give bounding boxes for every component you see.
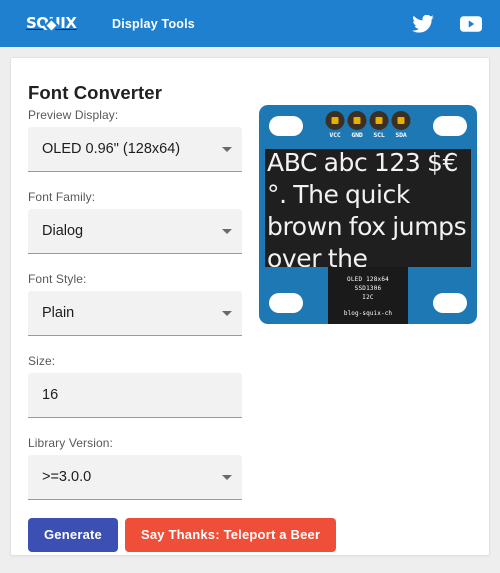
pin-label-sda: SDA [395, 131, 407, 139]
select-font-family[interactable]: Dialog [28, 209, 242, 254]
pin-gnd [347, 111, 367, 130]
label-font-family: Font Family: [28, 190, 96, 204]
value-font-style: Plain [42, 305, 75, 321]
mounting-hole-bottom-left [269, 293, 303, 313]
field-size: Size: 16 [28, 354, 242, 418]
size-input[interactable]: 16 [28, 373, 242, 418]
oled-preview-text: ABC abc 123 $€°. The quick brown fox jum… [267, 149, 467, 267]
chip-line-driver: SSD1306 [354, 285, 382, 292]
pin-label-row: VCC GND SCL SDA [326, 131, 411, 139]
value-preview-display: OLED 0.96" (128x64) [42, 141, 181, 157]
value-library-version: >=3.0.0 [42, 469, 92, 485]
teleport-a-beer-button[interactable]: Say Thanks: Teleport a Beer [124, 518, 337, 552]
field-preview-display: Preview Display: OLED 0.96" (128x64) [28, 108, 242, 172]
youtube-link[interactable] [460, 15, 482, 32]
chevron-down-icon [222, 146, 232, 152]
pin-header [325, 111, 411, 130]
value-size: 16 [42, 387, 59, 403]
field-font-family: Font Family: Dialog [28, 190, 242, 254]
pin-sda [391, 111, 411, 130]
page-title: Font Converter [28, 82, 162, 103]
chevron-down-icon [222, 228, 232, 234]
label-library-version: Library Version: [28, 436, 113, 450]
chevron-down-icon [222, 474, 232, 480]
twitter-icon [412, 14, 434, 33]
label-font-style: Font Style: [28, 272, 87, 286]
font-converter-card: Font Converter Preview Display: OLED 0.9… [10, 57, 490, 556]
driver-chip-label: OLED 128x64 SSD1306 I2C blog-squix-ch [328, 267, 408, 324]
pin-label-gnd: GND [351, 131, 363, 139]
chip-line-model: OLED 128x64 [347, 276, 389, 283]
brand-logo-link[interactable]: SQUIX [26, 14, 82, 34]
label-size: Size: [28, 354, 56, 368]
pin-hole-icon [375, 117, 383, 124]
select-preview-display[interactable]: OLED 0.96" (128x64) [28, 127, 242, 172]
social-links [412, 14, 482, 33]
top-navbar: SQUIX Display Tools [0, 0, 500, 47]
nav-link-display-tools[interactable]: Display Tools [112, 17, 195, 31]
pin-hole-icon [397, 117, 405, 124]
chevron-down-icon [222, 310, 232, 316]
value-font-family: Dialog [42, 223, 84, 239]
select-font-style[interactable]: Plain [28, 291, 242, 336]
pin-hole-icon [353, 117, 361, 124]
twitter-link[interactable] [412, 14, 434, 33]
squix-logo: SQUIX [26, 14, 82, 34]
select-library-version[interactable]: >=3.0.0 [28, 455, 242, 500]
pin-scl [369, 111, 389, 130]
pin-hole-icon [331, 117, 339, 124]
mounting-hole-top-left [269, 116, 303, 136]
action-buttons: Generate Say Thanks: Teleport a Beer [28, 518, 337, 552]
chip-line-url: blog-squix-ch [343, 310, 393, 317]
oled-screen: ABC abc 123 $€°. The quick brown fox jum… [265, 149, 471, 267]
youtube-icon [460, 15, 482, 32]
converter-form: Preview Display: OLED 0.96" (128x64) Fon… [28, 108, 242, 518]
field-font-style: Font Style: Plain [28, 272, 242, 336]
mounting-hole-bottom-right [433, 293, 467, 313]
field-library-version: Library Version: >=3.0.0 [28, 436, 242, 500]
pin-label-scl: SCL [373, 131, 385, 139]
generate-button[interactable]: Generate [28, 518, 118, 552]
mounting-hole-top-right [433, 116, 467, 136]
chip-line-interface: I2C [362, 294, 374, 301]
oled-board-preview: VCC GND SCL SDA ABC abc 123 $€°. The qui… [259, 105, 477, 324]
pin-vcc [325, 111, 345, 130]
pin-label-vcc: VCC [329, 131, 341, 139]
label-preview-display: Preview Display: [28, 108, 119, 122]
